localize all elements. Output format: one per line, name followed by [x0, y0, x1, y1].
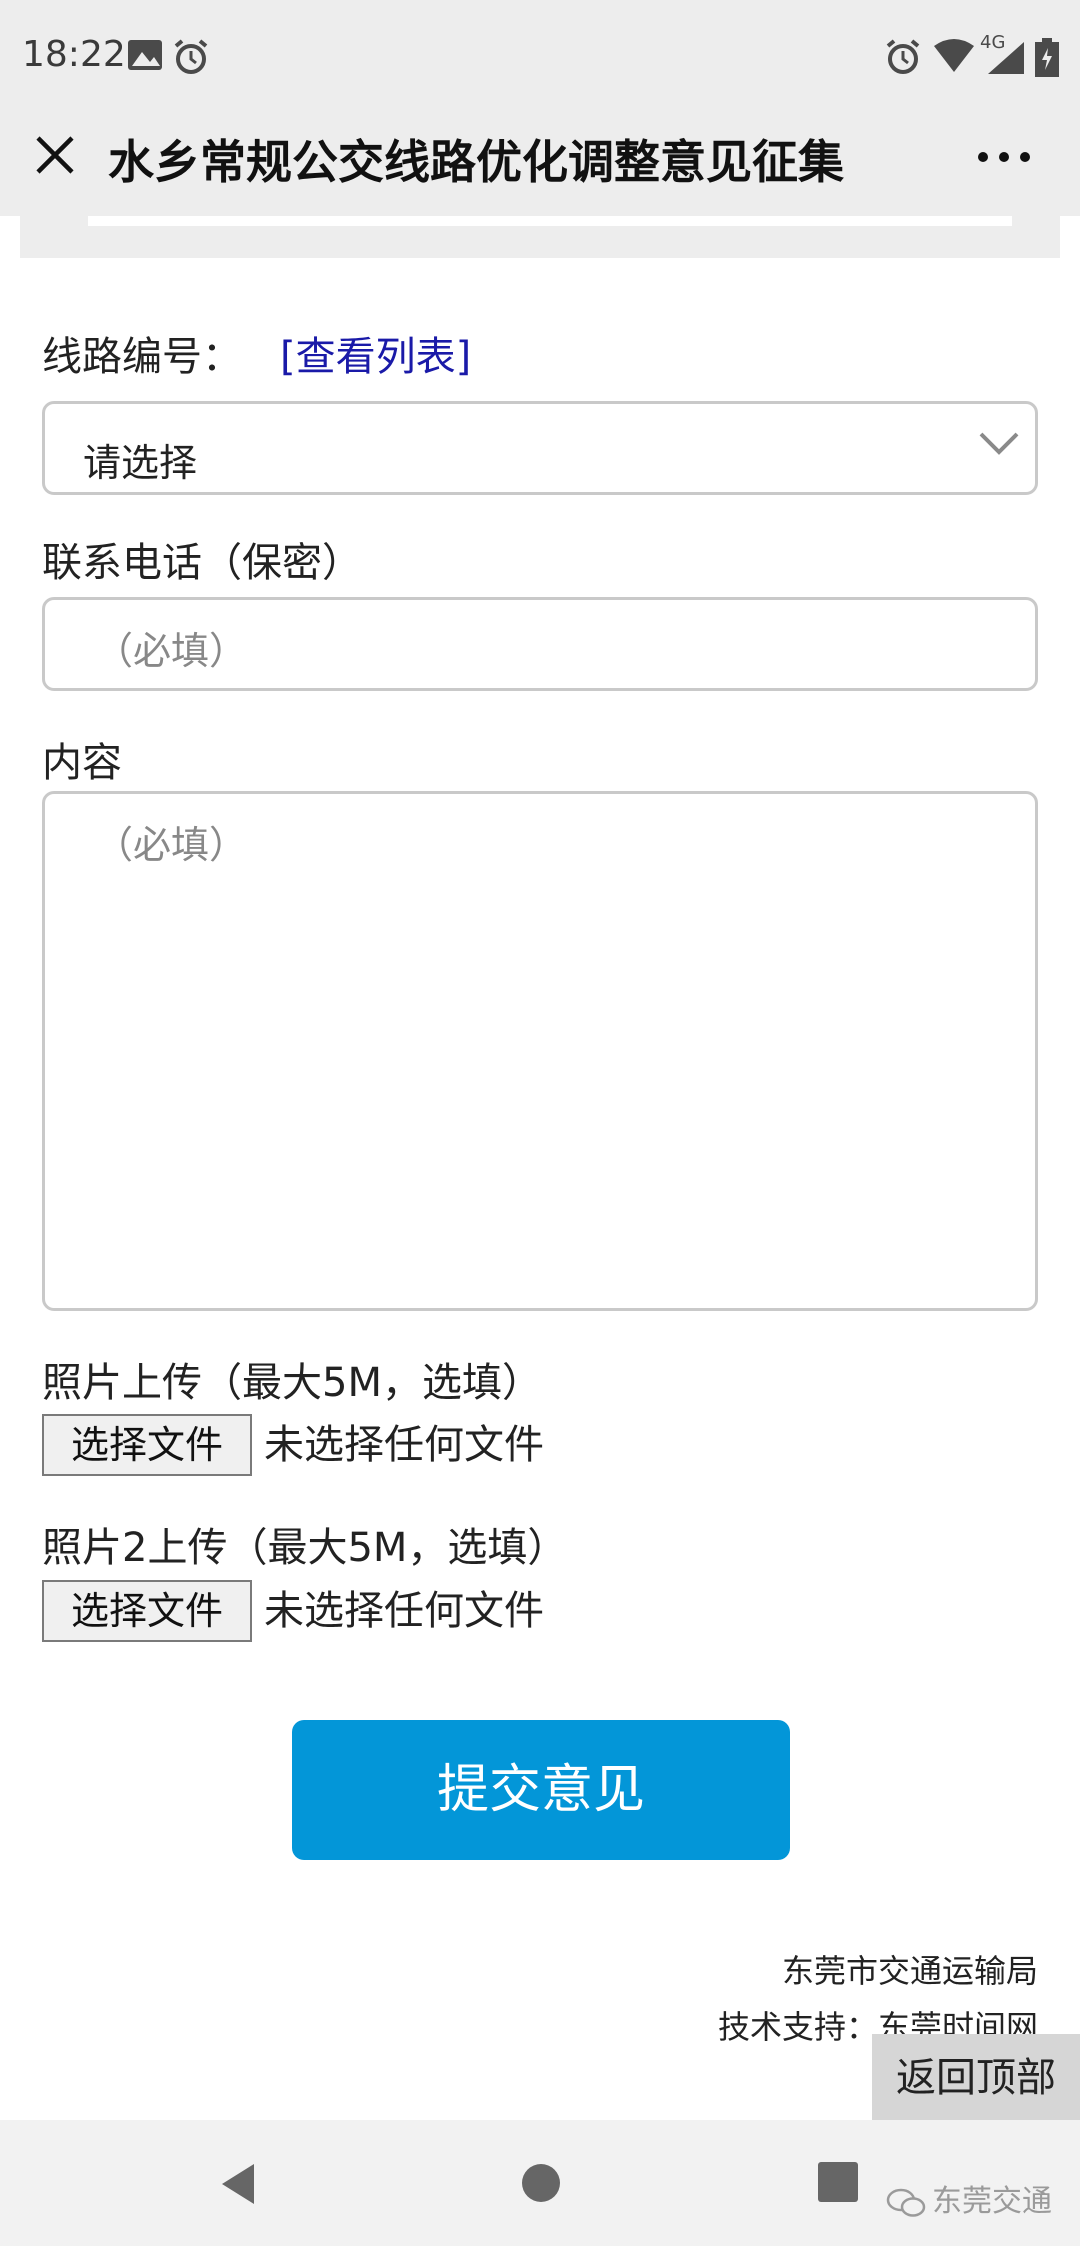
photo2-label: 照片2上传（最大5M，选填）	[42, 1525, 568, 1571]
title-bar: 水乡常规公交线路优化调整意见征集	[0, 116, 1080, 216]
view-list-link[interactable]: [查看列表]	[280, 334, 471, 380]
nav-home-icon[interactable]	[522, 2164, 560, 2202]
route-select-value: 请选择	[83, 441, 198, 485]
more-icon[interactable]	[976, 150, 1032, 164]
photo1-label: 照片上传（最大5M，选填）	[42, 1360, 542, 1406]
photo2-file-input: 选择文件 未选择任何文件	[42, 1580, 544, 1642]
page-title: 水乡常规公交线路优化调整意见征集	[108, 135, 844, 189]
watermark: 东莞交通	[886, 2176, 1052, 2220]
status-bar: 18:22 4G	[0, 0, 1080, 116]
content-placeholder: （必填）	[95, 823, 248, 867]
wifi-icon	[934, 39, 974, 72]
photo2-choose-file-button[interactable]: 选择文件	[42, 1580, 252, 1642]
system-nav-bar: 东莞交通	[0, 2120, 1080, 2246]
route-select[interactable]: 请选择	[42, 401, 1038, 495]
submit-button[interactable]: 提交意见	[292, 1720, 790, 1860]
chevron-down-icon	[979, 432, 1019, 455]
image-icon	[128, 40, 162, 70]
watermark-text: 东莞交通	[932, 2184, 1052, 2219]
back-to-top-button[interactable]: 返回顶部	[872, 2034, 1080, 2122]
content-textarea[interactable]: （必填）	[42, 791, 1038, 1311]
phone-placeholder: （必填）	[95, 629, 248, 673]
battery-icon	[1035, 38, 1059, 77]
content-label: 内容	[42, 740, 122, 786]
alarm-icon	[886, 39, 920, 74]
band-inner	[88, 216, 1012, 226]
alarm-icon	[174, 39, 208, 74]
close-icon[interactable]	[30, 130, 80, 180]
route-label: 线路编号：	[42, 334, 242, 380]
photo2-file-status: 未选择任何文件	[264, 1588, 544, 1634]
top-divider-band	[20, 216, 1060, 258]
phone-input[interactable]: （必填）	[42, 597, 1038, 691]
status-time: 18:22	[22, 34, 126, 75]
phone-label: 联系电话（保密）	[42, 540, 362, 586]
wechat-icon	[886, 2188, 926, 2217]
nav-back-icon[interactable]	[218, 2162, 258, 2206]
nav-recent-icon[interactable]	[818, 2162, 858, 2202]
route-label-row: 线路编号： [查看列表]	[42, 324, 471, 382]
signal-icon	[988, 42, 1024, 74]
photo1-file-status: 未选择任何文件	[264, 1422, 544, 1468]
photo1-file-input: 选择文件 未选择任何文件	[42, 1414, 544, 1476]
photo1-choose-file-button[interactable]: 选择文件	[42, 1414, 252, 1476]
footer-org: 东莞市交通运输局	[781, 1952, 1038, 1990]
